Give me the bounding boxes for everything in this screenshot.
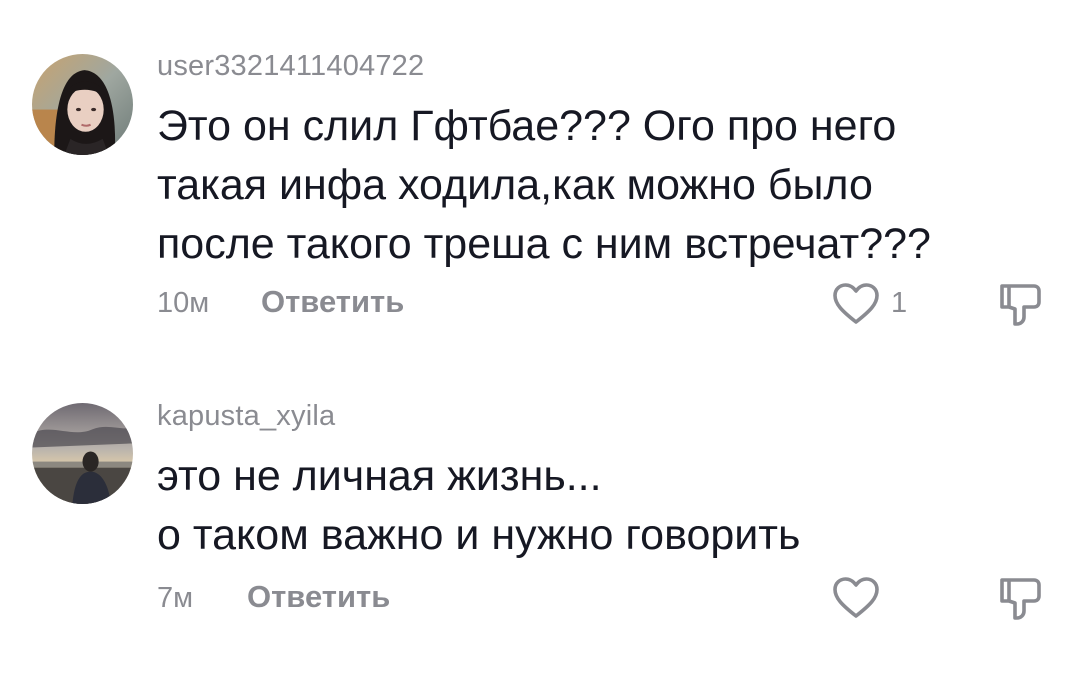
dislike-button[interactable] (998, 281, 1042, 327)
heart-outline-icon (833, 577, 879, 618)
avatar[interactable] (32, 403, 133, 504)
comment-item: kapusta_xyila это не личная жизнь... о т… (0, 360, 1080, 676)
user-avatar-photo-icon (32, 403, 133, 504)
like-button[interactable] (832, 282, 880, 326)
thumbs-down-outline-icon (1000, 284, 1041, 326)
comment-text-line: это не личная жизнь... (157, 452, 602, 500)
comment-timestamp: 10м (157, 287, 210, 319)
heart-outline-icon (833, 283, 879, 324)
comment-text: Это он слил Гфтбае??? Ого про него такая… (157, 97, 1047, 274)
comment-text-line: о таком важно и нужно говорить (157, 511, 801, 559)
username[interactable]: user3321411404722 (157, 50, 424, 83)
comment-text-line: такая инфа ходила,как можно было (157, 161, 873, 209)
thumbs-down-outline-icon (1000, 578, 1041, 620)
like-count: 1 (891, 287, 908, 319)
like-button[interactable] (832, 576, 880, 620)
avatar[interactable] (32, 54, 133, 155)
comment-text: это не личная жизнь... о таком важно и н… (157, 447, 1047, 565)
username[interactable]: kapusta_xyila (157, 400, 335, 433)
comment-timestamp: 7м (157, 582, 194, 614)
user-avatar-photo-icon (32, 54, 133, 155)
reply-button[interactable]: Ответить (247, 579, 390, 615)
comment-text-line: Это он слил Гфтбае??? Ого про него (157, 102, 897, 150)
comment-item: user3321411404722 Это он слил Гфтбае??? … (0, 0, 1080, 360)
dislike-button[interactable] (998, 575, 1042, 621)
reply-button[interactable]: Ответить (261, 284, 404, 320)
comment-text-line: после такого треша с ним встречат??? (157, 220, 931, 268)
